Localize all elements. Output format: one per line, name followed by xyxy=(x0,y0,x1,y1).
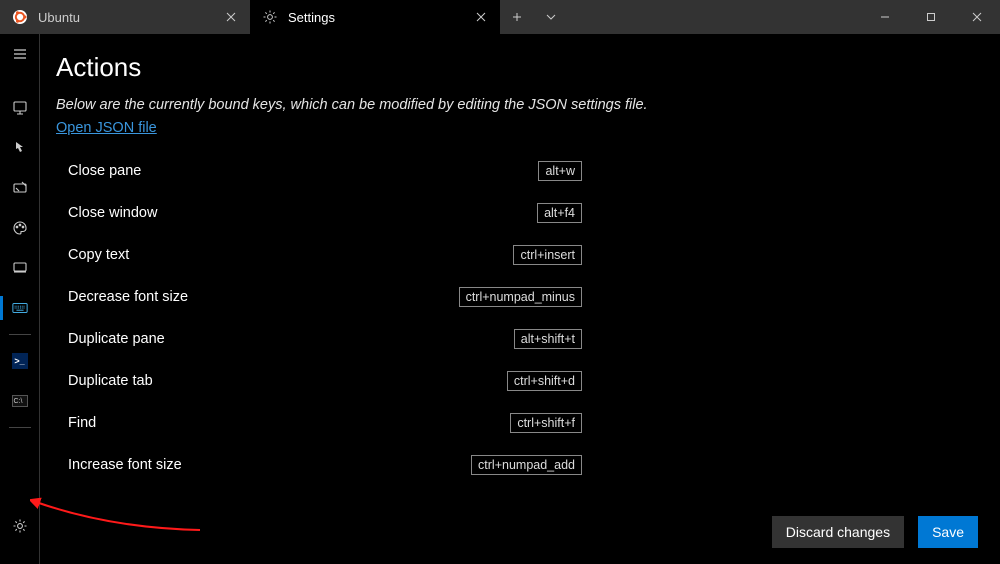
page-description: Below are the currently bound keys, whic… xyxy=(56,97,976,113)
action-label: Duplicate pane xyxy=(68,331,165,347)
new-tab-button[interactable] xyxy=(500,0,534,34)
tab-settings-close[interactable] xyxy=(472,8,490,26)
action-row[interactable]: Duplicate pane alt+shift+t xyxy=(56,318,586,360)
action-row[interactable]: Close pane alt+w xyxy=(56,150,586,192)
gear-icon xyxy=(262,9,278,25)
save-button[interactable]: Save xyxy=(918,516,978,548)
action-row[interactable]: Copy text ctrl+insert xyxy=(56,234,586,276)
action-keybinding: alt+shift+t xyxy=(514,329,582,349)
window-controls xyxy=(862,0,1000,34)
content-pane: Actions Below are the currently bound ke… xyxy=(40,34,1000,564)
sidebar-item-interaction[interactable] xyxy=(0,128,40,168)
action-label: Copy text xyxy=(68,247,129,263)
action-label: Increase font size xyxy=(68,457,182,473)
action-row[interactable]: Decrease font size ctrl+numpad_minus xyxy=(56,276,586,318)
actions-list: Close pane alt+w Close window alt+f4 Copy te… xyxy=(56,150,976,486)
sidebar: >_ C:\ xyxy=(0,34,40,564)
action-keybinding: ctrl+insert xyxy=(513,245,582,265)
sidebar-item-color-schemes[interactable] xyxy=(0,208,40,248)
discard-button[interactable]: Discard changes xyxy=(772,516,904,548)
action-row[interactable]: Find ctrl+shift+f xyxy=(56,402,586,444)
shell-dropdown-button[interactable] xyxy=(534,0,568,34)
action-label: Close pane xyxy=(68,163,141,179)
window-maximize[interactable] xyxy=(908,0,954,34)
tab-ubuntu-close[interactable] xyxy=(222,8,240,26)
menu-button[interactable] xyxy=(0,34,40,74)
sidebar-settings[interactable] xyxy=(0,506,40,546)
sidebar-item-rendering[interactable] xyxy=(0,248,40,288)
action-label: Close window xyxy=(68,205,157,221)
tab-ubuntu[interactable]: Ubuntu xyxy=(0,0,250,34)
action-keybinding: ctrl+shift+d xyxy=(507,371,582,391)
titlebar-drag-region[interactable] xyxy=(568,0,862,34)
powershell-icon: >_ xyxy=(12,353,28,369)
content-scroll[interactable]: Actions Below are the currently bound ke… xyxy=(40,34,1000,500)
ubuntu-icon xyxy=(12,9,28,25)
sidebar-profile-powershell[interactable]: >_ xyxy=(0,341,40,381)
sidebar-separator xyxy=(9,334,31,335)
action-label: Decrease font size xyxy=(68,289,188,305)
tab-ubuntu-title: Ubuntu xyxy=(38,10,212,25)
sidebar-item-appearance[interactable] xyxy=(0,168,40,208)
sidebar-item-startup[interactable] xyxy=(0,88,40,128)
action-row[interactable]: Increase font size ctrl+numpad_add xyxy=(56,444,586,486)
sidebar-separator-2 xyxy=(9,427,31,428)
window-minimize[interactable] xyxy=(862,0,908,34)
tab-settings-title: Settings xyxy=(288,10,462,25)
action-label: Find xyxy=(68,415,96,431)
open-json-link[interactable]: Open JSON file xyxy=(56,120,157,136)
action-keybinding: alt+f4 xyxy=(537,203,582,223)
sidebar-item-actions[interactable] xyxy=(0,288,40,328)
action-row[interactable]: Close window alt+f4 xyxy=(56,192,586,234)
action-keybinding: ctrl+numpad_minus xyxy=(459,287,582,307)
action-keybinding: ctrl+shift+f xyxy=(510,413,582,433)
page-title: Actions xyxy=(56,52,976,83)
action-keybinding: alt+w xyxy=(538,161,582,181)
action-keybinding: ctrl+numpad_add xyxy=(471,455,582,475)
action-label: Duplicate tab xyxy=(68,373,153,389)
sidebar-profile-cmd[interactable]: C:\ xyxy=(0,381,40,421)
new-tab-area xyxy=(500,0,568,34)
action-row[interactable]: Duplicate tab ctrl+shift+d xyxy=(56,360,586,402)
tab-settings[interactable]: Settings xyxy=(250,0,500,34)
footer-bar: Discard changes Save xyxy=(40,500,1000,564)
titlebar: Ubuntu Settings xyxy=(0,0,1000,34)
window-close[interactable] xyxy=(954,0,1000,34)
cmd-icon: C:\ xyxy=(12,395,28,407)
